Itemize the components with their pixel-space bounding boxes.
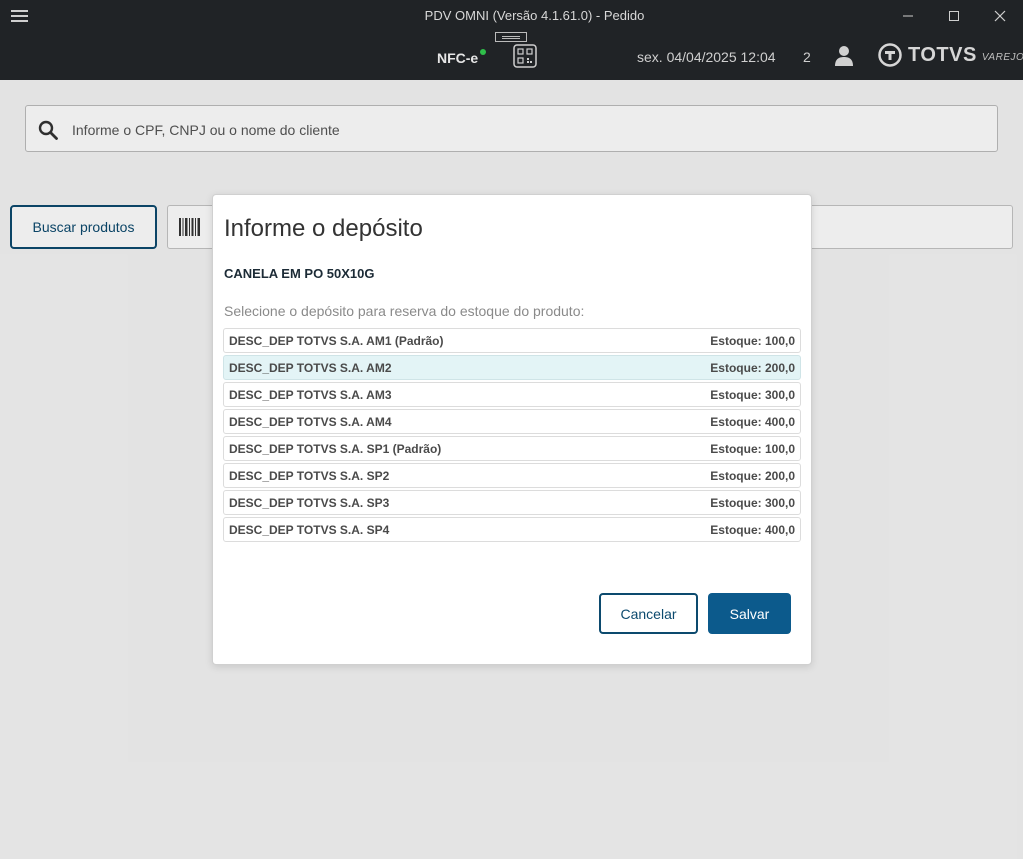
deposit-list: DESC_DEP TOTVS S.A. AM1 (Padrão) Estoque…: [223, 328, 801, 544]
totvs-logo-icon: [878, 43, 902, 67]
deposit-stock: Estoque: 300,0: [710, 388, 795, 402]
maximize-button[interactable]: [943, 6, 965, 26]
dialog-title: Informe o depósito: [224, 215, 423, 242]
brand-name: TOTVS: [908, 43, 977, 66]
counter-badge: 2: [803, 49, 811, 65]
minimize-icon: [903, 15, 913, 17]
cancel-button[interactable]: Cancelar: [599, 593, 698, 634]
qr-code-icon[interactable]: [513, 44, 537, 68]
deposit-row[interactable]: DESC_DEP TOTVS S.A. AM4 Estoque: 400,0: [223, 409, 801, 434]
deposit-row[interactable]: DESC_DEP TOTVS S.A. SP2 Estoque: 200,0: [223, 463, 801, 488]
nfce-status-dot: [480, 49, 486, 55]
deposit-stock: Estoque: 400,0: [710, 523, 795, 537]
deposit-name: DESC_DEP TOTVS S.A. AM1 (Padrão): [229, 334, 444, 348]
printer-icon: [495, 32, 527, 42]
deposit-name: DESC_DEP TOTVS S.A. SP3: [229, 496, 390, 510]
deposit-stock: Estoque: 200,0: [710, 361, 795, 375]
deposit-row[interactable]: DESC_DEP TOTVS S.A. AM1 (Padrão) Estoque…: [223, 328, 801, 353]
deposit-stock: Estoque: 200,0: [710, 469, 795, 483]
window-title: PDV OMNI (Versão 4.1.61.0) - Pedido: [424, 8, 645, 23]
datetime: sex. 04/04/2025 12:04: [637, 49, 776, 65]
deposit-row[interactable]: DESC_DEP TOTVS S.A. SP4 Estoque: 400,0: [223, 517, 801, 542]
deposit-row[interactable]: DESC_DEP TOTVS S.A. AM3 Estoque: 300,0: [223, 382, 801, 407]
minimize-button[interactable]: [897, 6, 919, 26]
deposit-stock: Estoque: 100,0: [710, 334, 795, 348]
app-header: PDV OMNI (Versão 4.1.61.0) - Pedido NFC-…: [0, 0, 1023, 80]
close-icon: [994, 10, 1006, 22]
deposit-row-selected[interactable]: DESC_DEP TOTVS S.A. AM2 Estoque: 200,0: [223, 355, 801, 380]
deposit-name: DESC_DEP TOTVS S.A. SP4: [229, 523, 390, 537]
dialog-instruction: Selecione o depósito para reserva do est…: [224, 303, 585, 319]
deposit-name: DESC_DEP TOTVS S.A. SP1 (Padrão): [229, 442, 442, 456]
deposit-dialog: Informe o depósito CANELA EM PO 50X10G S…: [212, 194, 812, 665]
maximize-icon: [949, 11, 959, 21]
save-button[interactable]: Salvar: [708, 593, 791, 634]
deposit-stock: Estoque: 400,0: [710, 415, 795, 429]
deposit-name: DESC_DEP TOTVS S.A. SP2: [229, 469, 390, 483]
deposit-row[interactable]: DESC_DEP TOTVS S.A. SP3 Estoque: 300,0: [223, 490, 801, 515]
nfce-label: NFC-e: [437, 50, 479, 66]
close-window-button[interactable]: [989, 6, 1011, 26]
deposit-name: DESC_DEP TOTVS S.A. AM3: [229, 388, 392, 402]
totvs-logo: TOTVS VAREJO: [878, 43, 1023, 67]
deposit-name: DESC_DEP TOTVS S.A. AM4: [229, 415, 392, 429]
product-name: CANELA EM PO 50X10G: [224, 266, 375, 281]
deposit-name: DESC_DEP TOTVS S.A. AM2: [229, 361, 392, 375]
deposit-stock: Estoque: 300,0: [710, 496, 795, 510]
brand-subtitle: VAREJO: [981, 51, 1023, 63]
deposit-row[interactable]: DESC_DEP TOTVS S.A. SP1 (Padrão) Estoque…: [223, 436, 801, 461]
user-icon[interactable]: [834, 45, 854, 67]
deposit-stock: Estoque: 100,0: [710, 442, 795, 456]
